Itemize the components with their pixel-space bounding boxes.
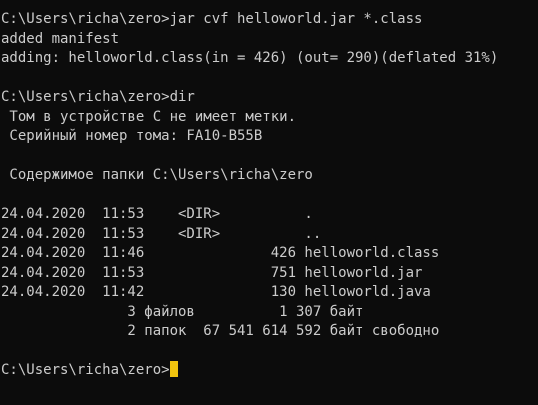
text-cursor xyxy=(169,361,178,377)
terminal-line: 24.04.2020 11:53 <DIR> .. xyxy=(1,225,322,242)
terminal-line: 24.04.2020 11:53 751 helloworld.jar xyxy=(1,264,423,281)
terminal-window[interactable]: C:\Users\richa\zero>jar cvf helloworld.j… xyxy=(0,0,538,405)
terminal-line: 3 файлов 1 307 байт xyxy=(1,303,364,320)
terminal-line: 2 папок 67 541 614 592 байт свободно xyxy=(1,323,440,339)
terminal-line: added manifest xyxy=(1,30,120,47)
terminal-line: Содержимое папки C:\Users\richa\zero xyxy=(1,167,313,183)
terminal-line: 24.04.2020 11:46 426 helloworld.class xyxy=(1,245,440,261)
terminal-line: Серийный номер тома: FA10-B55B xyxy=(1,128,263,144)
terminal-line: 24.04.2020 11:42 130 helloworld.java xyxy=(1,284,431,300)
terminal-prompt-line[interactable]: C:\Users\richa\zero> xyxy=(0,361,538,381)
terminal-line: C:\Users\richa\zero>dir xyxy=(1,89,195,105)
prompt-text: C:\Users\richa\zero> xyxy=(1,362,170,378)
terminal-line: adding: helloworld.class(in = 426) (out=… xyxy=(1,50,499,66)
terminal-line: 24.04.2020 11:53 <DIR> . xyxy=(1,206,313,222)
terminal-line: Том в устройстве C не имеет метки. xyxy=(1,108,297,125)
terminal-line: C:\Users\richa\zero>jar cvf helloworld.j… xyxy=(1,11,423,27)
